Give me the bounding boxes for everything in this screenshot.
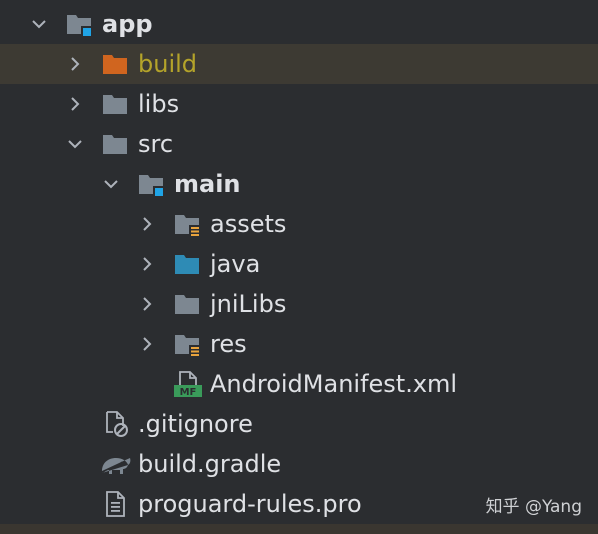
chevron-down-icon[interactable] (32, 17, 46, 31)
tree-label-proguard: proguard-rules.pro (138, 490, 362, 518)
tree-label-src: src (138, 130, 174, 158)
source-folder-icon (175, 255, 199, 274)
tree-label-app: app (102, 10, 153, 38)
tree-row-main[interactable]: main (0, 164, 598, 204)
tree-row-java[interactable]: java (0, 244, 598, 284)
tree-row-gitignore[interactable]: .gitignore (0, 404, 598, 444)
folder-icon (175, 295, 199, 314)
ignored-file-icon (106, 411, 128, 437)
tree-row-libs[interactable]: libs (0, 84, 598, 124)
module-folder-icon (67, 15, 92, 37)
tree-row-src[interactable]: src (0, 124, 598, 164)
folder-icon (103, 135, 127, 154)
chevron-right-icon[interactable] (140, 337, 154, 351)
watermark: 知乎 @Yang (485, 497, 582, 517)
chevron-right-icon[interactable] (140, 257, 154, 271)
tree-row-build-gradle[interactable]: build.gradle (0, 444, 598, 484)
chevron-down-icon[interactable] (68, 137, 82, 151)
resource-folder-icon (175, 215, 200, 237)
tree-label-res: res (210, 330, 247, 358)
tree-label-java: java (210, 250, 261, 278)
tree-label-manifest: AndroidManifest.xml (210, 370, 458, 398)
bottom-strip (0, 524, 598, 534)
chevron-right-icon[interactable] (140, 297, 154, 311)
manifest-file-icon: MF (174, 371, 202, 397)
chevron-right-icon[interactable] (68, 97, 82, 111)
text-file-icon (106, 491, 125, 517)
chevron-right-icon[interactable] (68, 57, 82, 71)
chevron-right-icon[interactable] (140, 217, 154, 231)
tree-label-build-gradle: build.gradle (138, 450, 282, 478)
tree-row-app[interactable]: app (0, 4, 598, 44)
project-tree: app build libs src main assets java jniL… (0, 0, 598, 534)
tree-row-jnilibs[interactable]: jniLibs (0, 284, 598, 324)
tree-row-res[interactable]: res (0, 324, 598, 364)
source-set-folder-icon (139, 175, 164, 197)
excluded-folder-icon (103, 55, 127, 74)
manifest-badge-text: MF (180, 387, 197, 397)
tree-row-build[interactable]: build (0, 44, 598, 84)
tree-label-jnilibs: jniLibs (210, 290, 287, 318)
resource-folder-icon (175, 335, 200, 357)
gradle-elephant-icon (102, 458, 131, 474)
tree-label-build: build (138, 50, 198, 78)
folder-icon (103, 95, 127, 114)
tree-label-gitignore: .gitignore (138, 410, 253, 438)
tree-row-assets[interactable]: assets (0, 204, 598, 244)
tree-label-main: main (174, 170, 241, 198)
tree-label-libs: libs (138, 90, 180, 118)
tree-label-assets: assets (210, 210, 287, 238)
chevron-down-icon[interactable] (104, 177, 118, 191)
tree-row-manifest[interactable]: MF AndroidManifest.xml (0, 364, 598, 404)
